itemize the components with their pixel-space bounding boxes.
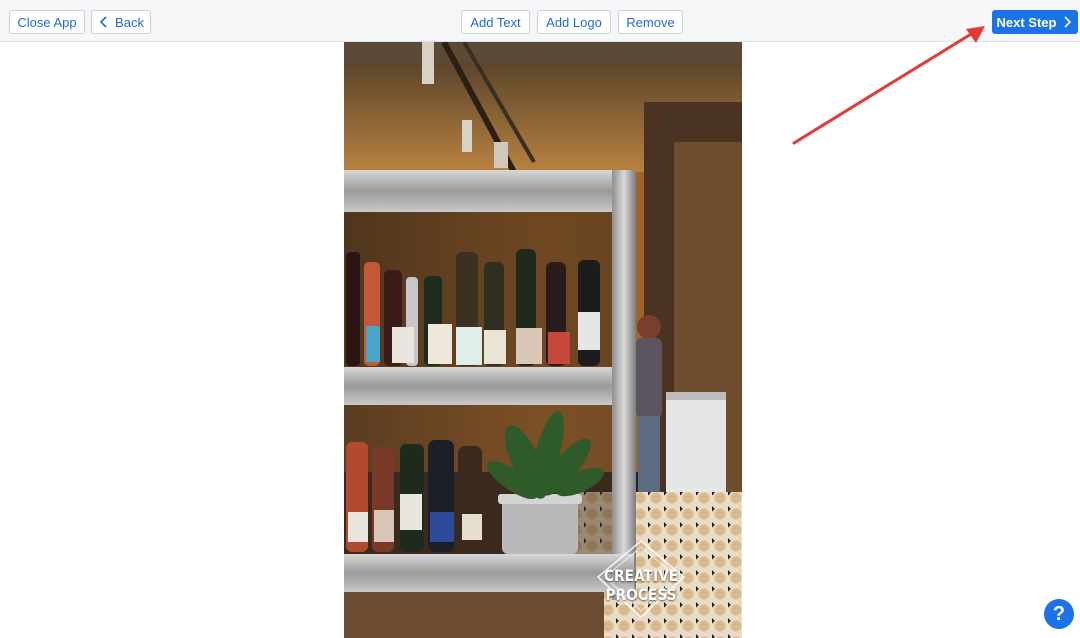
- chevron-right-icon: [1061, 16, 1073, 28]
- add-logo-button[interactable]: Add Logo: [537, 10, 611, 34]
- close-app-label: Close App: [17, 14, 77, 30]
- add-logo-label: Add Logo: [546, 14, 602, 30]
- editor-canvas: CREATIVE PROCESS: [0, 42, 1080, 638]
- back-label: Back: [115, 14, 144, 30]
- add-text-button[interactable]: Add Text: [461, 10, 530, 34]
- restaurant-wine-photo[interactable]: CREATIVE PROCESS: [344, 42, 742, 638]
- add-text-label: Add Text: [470, 14, 521, 30]
- help-button[interactable]: ?: [1044, 599, 1074, 629]
- toolbar: Close App Back Add Text Add Logo Remove …: [0, 0, 1080, 42]
- next-step-label: Next Step: [996, 14, 1057, 30]
- remove-button[interactable]: Remove: [618, 10, 683, 34]
- next-step-button[interactable]: Next Step: [992, 10, 1078, 34]
- remove-label: Remove: [626, 14, 675, 30]
- back-button[interactable]: Back: [91, 10, 151, 34]
- photo-editor-app: Close App Back Add Text Add Logo Remove …: [0, 0, 1080, 638]
- creative-process-watermark: CREATIVE PROCESS: [566, 539, 716, 619]
- help-icon: ?: [1052, 602, 1066, 625]
- watermark-text: CREATIVE PROCESS: [603, 566, 679, 604]
- chevron-left-icon: [98, 16, 110, 28]
- close-app-button[interactable]: Close App: [9, 10, 85, 34]
